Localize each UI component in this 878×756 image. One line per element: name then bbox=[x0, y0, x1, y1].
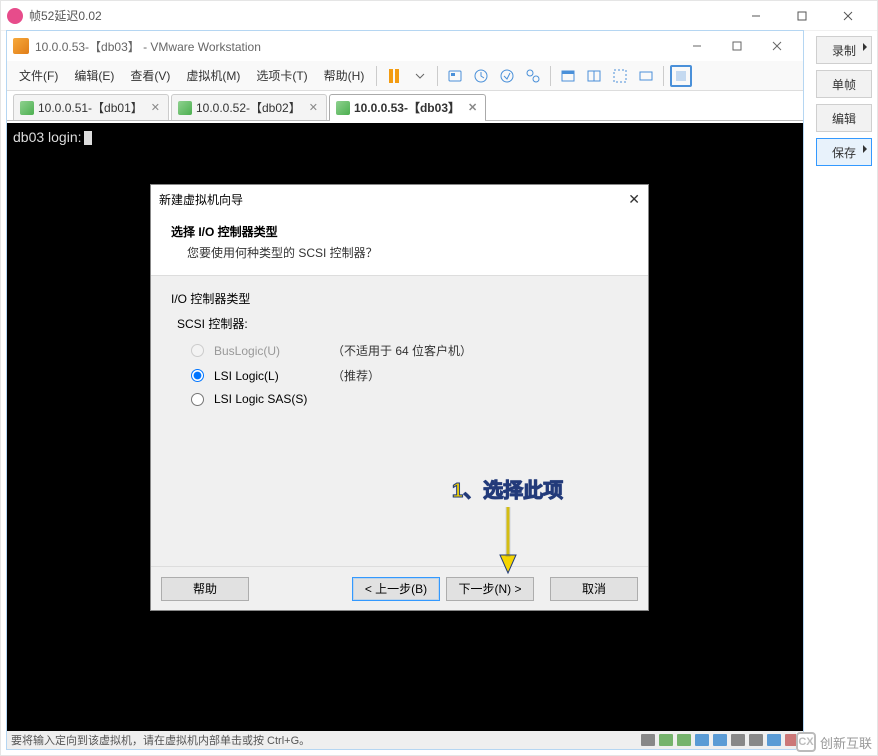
status-icons bbox=[641, 734, 799, 746]
vm-close-button[interactable] bbox=[757, 32, 797, 60]
vm-tab-db03[interactable]: 10.0.0.53-【db03】 ✕ bbox=[329, 94, 486, 120]
toolbar-separator bbox=[376, 66, 377, 86]
wizard-titlebar[interactable]: 新建虚拟机向导 ✕ bbox=[151, 185, 648, 213]
close-button[interactable] bbox=[825, 2, 871, 30]
vm-tab-icon bbox=[336, 101, 350, 115]
radio-buslogic-input bbox=[191, 344, 204, 357]
wizard-subheading: 您要使用何种类型的 SCSI 控制器？ bbox=[171, 244, 628, 261]
menu-vm[interactable]: 虚拟机(M) bbox=[178, 63, 248, 88]
vmware-menubar: 文件(F) 编辑(E) 查看(V) 虚拟机(M) 选项卡(T) 帮助(H) bbox=[7, 61, 803, 91]
menu-file[interactable]: 文件(F) bbox=[11, 63, 66, 88]
thumbnail-icon[interactable] bbox=[609, 65, 631, 87]
radio-lsi-sas[interactable]: LSI Logic SAS(S) bbox=[191, 392, 628, 406]
tab-label: 10.0.0.51-【db01】 bbox=[38, 99, 143, 116]
wizard-cancel-button[interactable]: 取消 bbox=[550, 577, 638, 601]
wizard-body: I/O 控制器类型 SCSI 控制器: BusLogic(U) （不适用于 64… bbox=[151, 276, 648, 428]
radio-buslogic-note: （不适用于 64 位客户机） bbox=[332, 342, 472, 359]
network2-icon[interactable] bbox=[713, 734, 727, 746]
status-text: 要将输入定向到该虚拟机，请在虚拟机内部单击或按 Ctrl+G。 bbox=[11, 732, 310, 748]
wizard-close-button[interactable]: ✕ bbox=[628, 191, 640, 208]
radio-lsi-sas-label: LSI Logic SAS(S) bbox=[214, 392, 324, 406]
floppy-icon[interactable] bbox=[677, 734, 691, 746]
radio-buslogic: BusLogic(U) （不适用于 64 位客户机） bbox=[191, 342, 628, 359]
watermark: CX 创新互联 bbox=[796, 732, 872, 752]
menu-help[interactable]: 帮助(H) bbox=[316, 63, 373, 88]
edit-button[interactable]: 编辑 bbox=[816, 104, 872, 132]
recorder-sidebar: 录制 单帧 编辑 保存 bbox=[816, 36, 872, 166]
cd-icon[interactable] bbox=[659, 734, 673, 746]
toolbar-separator bbox=[663, 66, 664, 86]
usb-icon[interactable] bbox=[731, 734, 745, 746]
scsi-controller-label: SCSI 控制器: bbox=[177, 315, 628, 332]
send-ctrlaltdel-icon[interactable] bbox=[444, 65, 466, 87]
vmware-title: 10.0.0.53-【db03】 - VMware Workstation bbox=[35, 38, 677, 55]
vm-tabbar: 10.0.0.51-【db01】 ✕ 10.0.0.52-【db02】 ✕ 10… bbox=[7, 91, 803, 121]
maximize-button[interactable] bbox=[779, 2, 825, 30]
record-button[interactable]: 录制 bbox=[816, 36, 872, 64]
wizard-next-button[interactable]: 下一步(N) > bbox=[446, 577, 534, 601]
minimize-button[interactable] bbox=[733, 2, 779, 30]
wizard-header: 选择 I/O 控制器类型 您要使用何种类型的 SCSI 控制器？ bbox=[151, 213, 648, 276]
radio-lsi-sas-input[interactable] bbox=[191, 393, 204, 406]
sound-icon[interactable] bbox=[767, 734, 781, 746]
unity-icon[interactable] bbox=[583, 65, 605, 87]
single-frame-button[interactable]: 单帧 bbox=[816, 70, 872, 98]
tab-close-icon[interactable]: ✕ bbox=[151, 101, 160, 114]
network-icon[interactable] bbox=[695, 734, 709, 746]
radio-lsi-label: LSI Logic(L) bbox=[214, 369, 324, 383]
vm-statusbar: 要将输入定向到该虚拟机，请在虚拟机内部单击或按 Ctrl+G。 bbox=[7, 731, 803, 749]
snapshot-icon[interactable] bbox=[470, 65, 492, 87]
tab-close-icon[interactable]: ✕ bbox=[468, 101, 477, 114]
vm-maximize-button[interactable] bbox=[717, 32, 757, 60]
console-caret bbox=[84, 131, 92, 145]
recorder-logo-icon bbox=[7, 8, 23, 24]
printer-icon[interactable] bbox=[749, 734, 763, 746]
tab-close-icon[interactable]: ✕ bbox=[309, 101, 318, 114]
io-controller-group-label: I/O 控制器类型 bbox=[171, 290, 628, 307]
recorder-window-controls bbox=[733, 2, 871, 30]
recorder-title: 帧52延迟0.02 bbox=[29, 7, 733, 24]
vmware-window-controls bbox=[677, 32, 797, 60]
save-button[interactable]: 保存 bbox=[816, 138, 872, 166]
tab-label: 10.0.0.53-【db03】 bbox=[354, 99, 460, 116]
watermark-text: 创新互联 bbox=[820, 733, 872, 752]
disk-icon[interactable] bbox=[641, 734, 655, 746]
wizard-back-button[interactable]: < 上一步(B) bbox=[352, 577, 440, 601]
vm-tab-icon bbox=[178, 101, 192, 115]
tab-label: 10.0.0.52-【db02】 bbox=[196, 99, 301, 116]
vmware-titlebar: 10.0.0.53-【db03】 - VMware Workstation bbox=[7, 31, 803, 61]
stretch-icon[interactable] bbox=[635, 65, 657, 87]
toolbar-separator bbox=[437, 66, 438, 86]
new-vm-wizard: 新建虚拟机向导 ✕ 选择 I/O 控制器类型 您要使用何种类型的 SCSI 控制… bbox=[150, 184, 649, 611]
menu-tabs[interactable]: 选项卡(T) bbox=[248, 63, 315, 88]
console-text: db03 login: bbox=[13, 129, 82, 145]
toolbar-separator bbox=[550, 66, 551, 86]
wizard-heading: 选择 I/O 控制器类型 bbox=[171, 223, 628, 240]
wizard-title: 新建虚拟机向导 bbox=[159, 191, 243, 208]
vm-tab-db02[interactable]: 10.0.0.52-【db02】 ✕ bbox=[171, 94, 327, 120]
radio-buslogic-label: BusLogic(U) bbox=[214, 344, 324, 358]
vmware-logo-icon bbox=[13, 38, 29, 54]
radio-lsi-input[interactable] bbox=[191, 369, 204, 382]
recorder-titlebar: 帧52延迟0.02 bbox=[1, 1, 877, 31]
menu-edit[interactable]: 编辑(E) bbox=[66, 63, 122, 88]
vm-tab-db01[interactable]: 10.0.0.51-【db01】 ✕ bbox=[13, 94, 169, 120]
snapshot-revert-icon[interactable] bbox=[496, 65, 518, 87]
snapshot-manager-icon[interactable] bbox=[522, 65, 544, 87]
pause-icon[interactable] bbox=[383, 65, 405, 87]
console-view-icon[interactable] bbox=[670, 65, 692, 87]
radio-lsi[interactable]: LSI Logic(L) （推荐） bbox=[191, 367, 628, 384]
fullscreen-icon[interactable] bbox=[557, 65, 579, 87]
vm-tab-icon bbox=[20, 101, 34, 115]
dropdown-icon[interactable] bbox=[409, 65, 431, 87]
wizard-footer: 帮助 < 上一步(B) 下一步(N) > 取消 bbox=[151, 566, 648, 610]
wizard-help-button[interactable]: 帮助 bbox=[161, 577, 249, 601]
radio-lsi-note: （推荐） bbox=[332, 367, 380, 384]
vm-minimize-button[interactable] bbox=[677, 32, 717, 60]
watermark-icon: CX bbox=[796, 732, 816, 752]
menu-view[interactable]: 查看(V) bbox=[122, 63, 178, 88]
